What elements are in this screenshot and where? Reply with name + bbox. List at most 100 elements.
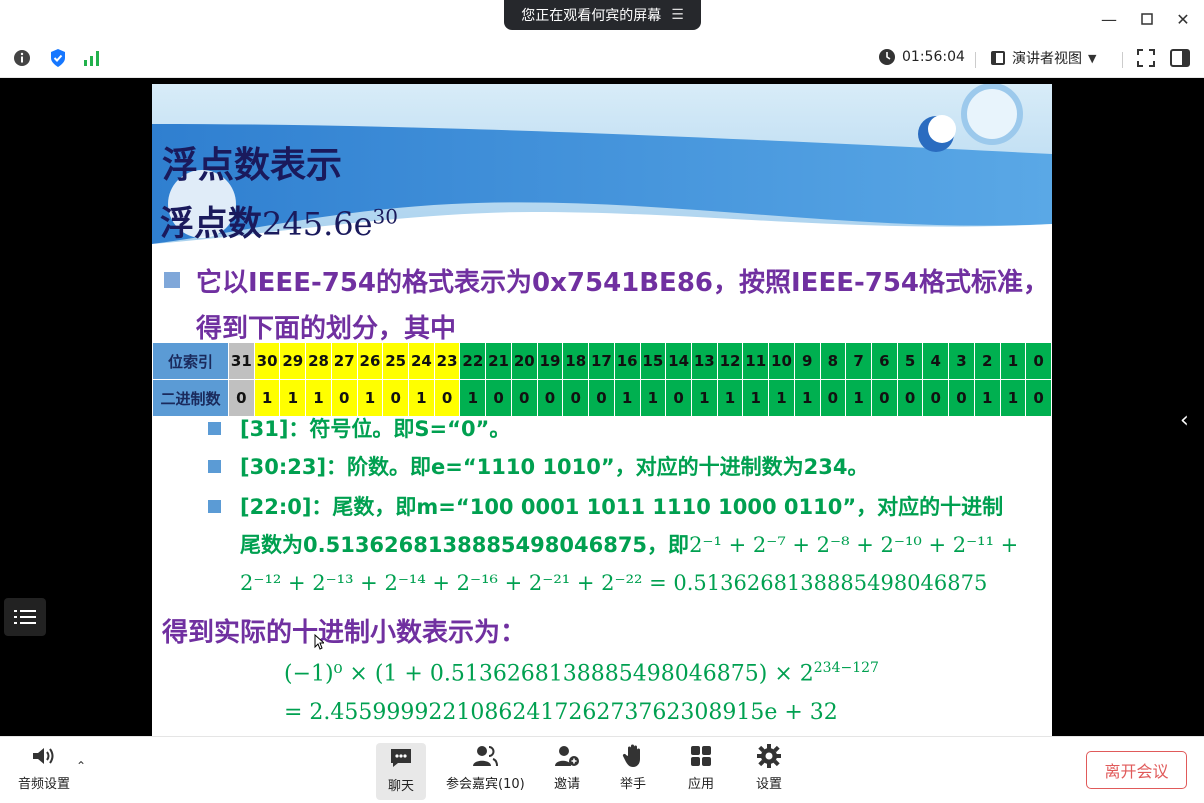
bit-value-cell: 1 — [742, 379, 770, 417]
bit-index-cell: 17 — [588, 342, 615, 380]
participants-icon — [472, 743, 499, 769]
bit-index-cell: 28 — [305, 342, 332, 380]
bit-index-cell: 9 — [793, 342, 821, 380]
audio-settings-button[interactable]: 音频设置 — [18, 743, 70, 792]
bit-value-cell: 0 — [665, 379, 692, 417]
shield-icon[interactable] — [48, 48, 68, 68]
info-icon[interactable] — [12, 48, 32, 68]
bit-value-cell: 1 — [845, 379, 872, 417]
add-user-icon — [554, 743, 580, 769]
bit-index-cell: 29 — [279, 342, 307, 380]
timer-text: 01:56:04 — [902, 49, 965, 65]
bit-index-cell: 3 — [948, 342, 975, 380]
bit-table: 位索引 31 30 29 28 27 26 25 24 23 22 21 20 19 18 17 16 15 14… — [152, 342, 1052, 417]
row-header: 二进制数 — [152, 379, 229, 417]
bit-index-cell: 21 — [485, 342, 512, 380]
side-panel-icon[interactable] — [1170, 48, 1190, 68]
bit-index-cell: 31 — [228, 342, 255, 380]
bit-index-cell: 19 — [536, 342, 564, 380]
bit-value-cell: 0 — [948, 379, 975, 417]
subtitle-math: 245.6e30 — [262, 204, 398, 243]
mantissa-line3: 2⁻¹² + 2⁻¹³ + 2⁻¹⁴ + 2⁻¹⁶ + 2⁻²¹ + 2⁻²² … — [240, 564, 987, 602]
bit-index-cell: 12 — [716, 342, 744, 380]
bit-value-cell: 1 — [613, 379, 641, 417]
subtitle-prefix: 浮点数 — [160, 204, 262, 244]
bit-index-cell: 20 — [510, 342, 538, 380]
bullet-icon — [208, 460, 221, 473]
mantissa-sum-math: 2⁻¹ + 2⁻⁷ + 2⁻⁸ + 2⁻¹⁰ + 2⁻¹¹ + — [689, 533, 1019, 557]
view-label: 演讲者视图 — [1012, 51, 1082, 67]
bit-value-cell: 1 — [793, 379, 821, 417]
bit-value-cell: 0 — [562, 379, 590, 417]
row-header: 位索引 — [152, 342, 229, 380]
bit-value-cell: 1 — [639, 379, 667, 417]
chat-button[interactable]: 聊天 — [376, 743, 427, 800]
bit-value-cell: 0 — [588, 379, 615, 417]
leave-meeting-button[interactable]: 离开会议 — [1086, 751, 1187, 789]
bit-value-cell: 0 — [896, 379, 924, 417]
bit-value-cell: 0 — [536, 379, 564, 417]
equation-1-text: (−1)⁰ × (1 + 0.5136268138885498046875) ×… — [284, 661, 814, 687]
chat-icon — [388, 745, 414, 771]
chat-label: 聊天 — [388, 779, 415, 794]
apps-grid-icon — [688, 743, 714, 769]
bit-index-cell: 24 — [408, 342, 435, 380]
bit-value-cell: 0 — [870, 379, 898, 417]
bit-index-cell: 23 — [433, 342, 461, 380]
bit-index-cell: 26 — [356, 342, 384, 380]
bit-index-cell: 25 — [382, 342, 410, 380]
meeting-control-bar: 音频设置 ⌃ 聊天 参会嘉宾(10) 邀请 举手 应用 设置 离开会议 — [0, 736, 1204, 803]
intro-text: 它以IEEE-754的格式表示为0x7541BE86，按照IEEE-754格式标… — [196, 268, 1050, 344]
mantissa-line1: [22:0]：尾数，即m=“100 0001 1011 1110 1000 01… — [240, 495, 1004, 519]
equation-line2: = 2.4559999221086241726273762308915e + 3… — [284, 700, 838, 725]
bit-index-cell: 2 — [973, 342, 1001, 380]
invite-button[interactable]: 邀请 — [554, 743, 580, 792]
bit-index-cell: 5 — [896, 342, 924, 380]
layout-icon — [991, 51, 1005, 65]
bit-index-cell: 8 — [819, 342, 847, 380]
bit-index-cell: 4 — [922, 342, 950, 380]
bit-index-cell: 30 — [253, 342, 281, 380]
subtitle-base: 245.6e — [262, 205, 373, 243]
bit-value-cell: 1 — [973, 379, 1001, 417]
gear-icon — [756, 743, 782, 769]
bit-index-cell: 16 — [613, 342, 641, 380]
chevron-up-icon[interactable]: ⌃ — [76, 759, 86, 773]
bit-index-cell: 7 — [845, 342, 872, 380]
equation-line1: (−1)⁰ × (1 + 0.5136268138885498046875) ×… — [284, 660, 879, 686]
screen-share-banner[interactable]: 您正在观看何宾的屏幕 ☰ — [504, 0, 701, 30]
slide-subtitle: 浮点数245.6e30 — [160, 196, 398, 245]
bit-value-cell: 1 — [690, 379, 718, 417]
mantissa-line2: 尾数为0.51362681388854980468​75，即2⁻¹ + 2⁻⁷ … — [240, 526, 1018, 564]
divider — [975, 52, 976, 68]
participants-button[interactable]: 参会嘉宾(10) — [446, 743, 525, 792]
bit-value-cell: 0 — [1025, 379, 1052, 417]
apps-button[interactable]: 应用 — [688, 743, 714, 792]
close-button[interactable]: ✕ — [1172, 8, 1194, 30]
fullscreen-icon[interactable] — [1136, 48, 1156, 68]
view-selector[interactable]: 演讲者视图 ▼ — [990, 48, 1096, 68]
chevron-down-icon: ▼ — [1088, 51, 1097, 65]
list-icon[interactable] — [4, 598, 46, 636]
bullet-icon — [164, 272, 180, 288]
bit-value-cell: 1 — [999, 379, 1027, 417]
raise-hand-button[interactable]: 举手 — [620, 743, 646, 792]
hand-icon — [620, 743, 646, 769]
chevron-left-icon[interactable]: ‹ — [1180, 408, 1189, 433]
settings-button[interactable]: 设置 — [756, 743, 782, 792]
apps-label: 应用 — [688, 777, 715, 792]
result-heading: 得到实际的十进制小数表示为： — [162, 618, 527, 648]
share-banner-text: 您正在观看何宾的屏幕 — [521, 8, 662, 24]
expand-menu-icon[interactable]: ☰ — [671, 7, 684, 23]
settings-label: 设置 — [756, 777, 783, 792]
bit-index-cell: 11 — [742, 342, 770, 380]
maximize-button[interactable] — [1136, 8, 1158, 30]
bit-value-cell: 1 — [716, 379, 744, 417]
bit-index-cell: 15 — [639, 342, 667, 380]
raise-hand-label: 举手 — [620, 777, 647, 792]
signal-icon[interactable] — [82, 48, 102, 68]
equation-1-exponent: 234−127 — [813, 660, 879, 676]
minimize-button[interactable]: — — [1098, 8, 1120, 30]
bit-index-row: 位索引 31 30 29 28 27 26 25 24 23 22 21 20 19 18 17 16 15 14… — [152, 342, 1052, 380]
title-bar: 您正在观看何宾的屏幕 ☰ — ✕ — [0, 0, 1204, 38]
